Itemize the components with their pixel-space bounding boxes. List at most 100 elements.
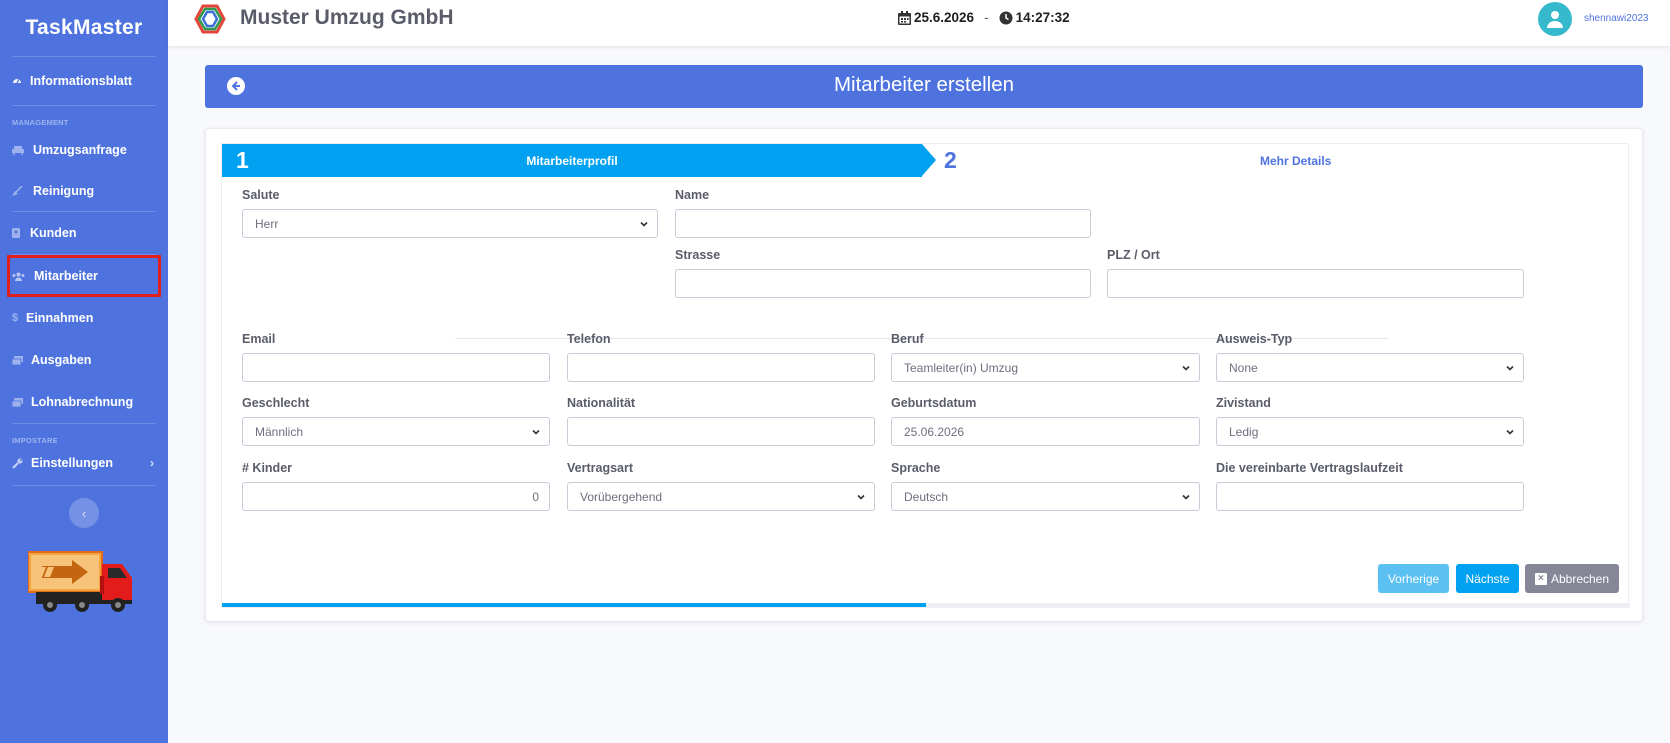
- kinder-value: 0: [532, 489, 539, 504]
- geschlecht-select[interactable]: Männlich: [242, 417, 550, 446]
- vertragslaufzeit-input[interactable]: [1216, 482, 1524, 511]
- ausweis-typ-label: Ausweis-Typ: [1216, 332, 1293, 346]
- salute-label: Salute: [242, 188, 280, 202]
- salute-value: Herr: [255, 216, 279, 231]
- beruf-value: Teamleiter(in) Umzug: [904, 360, 1019, 375]
- sidebar-item-label: Einnahmen: [26, 311, 94, 325]
- chevron-down-icon: [532, 429, 540, 435]
- sidebar-item-label: Mitarbeiter: [34, 269, 98, 283]
- current-date: 25.6.2026: [914, 10, 975, 25]
- sidebar-item-label: Kunden: [30, 226, 77, 240]
- chevron-down-icon: [1182, 365, 1190, 371]
- previous-button[interactable]: Vorherige: [1378, 564, 1449, 593]
- step-label: Mehr Details: [1260, 154, 1332, 168]
- email-input[interactable]: [242, 353, 550, 382]
- couch-icon: [12, 145, 33, 155]
- date-time-separator: -: [984, 10, 989, 25]
- sidebar-item-label: Umzugsanfrage: [33, 143, 127, 157]
- plz-ort-input[interactable]: [1107, 269, 1524, 298]
- wizard-progress-bar: [222, 603, 1630, 607]
- geschlecht-label: Geschlecht: [242, 396, 310, 410]
- sidebar-item-label: Einstellungen: [31, 456, 113, 470]
- username-link[interactable]: shennawi2023: [1584, 13, 1649, 24]
- sidebar-heading-settings: IMPOSTARE: [12, 436, 58, 445]
- geburtsdatum-input[interactable]: 25.06.2026: [891, 417, 1200, 446]
- geburtsdatum-value: 25.06.2026: [904, 424, 965, 439]
- sidebar-item-umzugsanfrage[interactable]: Umzugsanfrage: [0, 129, 168, 171]
- page-header-banner: Mitarbeiter erstellen: [205, 65, 1643, 108]
- sprache-value: Deutsch: [904, 489, 949, 504]
- broom-icon: [12, 186, 33, 196]
- wrench-icon: [12, 458, 31, 469]
- datetime-display: 25.6.2026 - 14:27:32: [898, 10, 1070, 25]
- salute-select[interactable]: Herr: [242, 209, 658, 238]
- sidebar-item-lohnabrechnung[interactable]: Lohnabrechnung: [0, 381, 168, 423]
- current-time: 14:27:32: [1015, 10, 1070, 25]
- user-icon: [1547, 11, 1563, 28]
- next-button[interactable]: Nächste: [1456, 564, 1519, 593]
- sprache-select[interactable]: Deutsch: [891, 482, 1200, 511]
- nationalitaet-label: Nationalität: [567, 396, 636, 410]
- chevron-down-icon: [1506, 429, 1514, 435]
- money-bill-icon: [12, 397, 31, 407]
- brand-logo[interactable]: TaskMaster: [0, 0, 168, 56]
- geburtsdatum-label: Geburtsdatum: [891, 396, 977, 410]
- kinder-input[interactable]: 0: [242, 482, 550, 511]
- clock-icon: [999, 11, 1013, 25]
- step-number: 2: [944, 147, 957, 173]
- strasse-label: Strasse: [675, 248, 721, 262]
- calendar-icon: [898, 10, 911, 25]
- sidebar-item-kunden[interactable]: Kunden: [0, 212, 168, 254]
- sidebar-item-label: Reinigung: [33, 184, 95, 198]
- step-label: Mitarbeiterprofil: [526, 154, 618, 168]
- sidebar-item-label: Informationsblatt: [30, 74, 133, 88]
- zivistand-label: Zivistand: [1216, 396, 1271, 410]
- page-title: Mitarbeiter erstellen: [833, 73, 1014, 96]
- users-icon: [12, 272, 34, 281]
- telefon-label: Telefon: [567, 332, 611, 346]
- close-icon: ×: [1534, 572, 1547, 585]
- progress-fill: [222, 603, 926, 607]
- cancel-button[interactable]: × Abbrechen: [1525, 564, 1619, 593]
- sidebar-item-label: Lohnabrechnung: [31, 395, 134, 409]
- chevron-down-icon: [640, 221, 648, 227]
- chevron-right-icon: ›: [150, 456, 154, 470]
- kinder-label: # Kinder: [242, 461, 293, 475]
- step-arrow: [922, 144, 936, 176]
- sidebar-toggle-button[interactable]: ‹: [69, 498, 99, 528]
- nationalitaet-input[interactable]: [567, 417, 875, 446]
- sidebar-item-reinigung[interactable]: Reinigung: [0, 171, 168, 211]
- email-label: Email: [242, 332, 276, 346]
- beruf-select[interactable]: Teamleiter(in) Umzug: [891, 353, 1200, 382]
- sidebar-item-ausgaben[interactable]: Ausgaben: [0, 339, 168, 381]
- wizard-step-1[interactable]: 1 Mitarbeiterprofil: [222, 144, 936, 177]
- truck-logo-image: [27, 550, 143, 618]
- beruf-label: Beruf: [891, 332, 924, 346]
- zivistand-select[interactable]: Ledig: [1216, 417, 1524, 446]
- sidebar-item-einnahmen[interactable]: $ Einnahmen: [0, 297, 168, 339]
- user-avatar[interactable]: [1538, 2, 1572, 36]
- chevron-down-icon: [1182, 494, 1190, 500]
- sidebar-item-einstellungen[interactable]: Einstellungen ›: [0, 447, 168, 479]
- chevron-down-icon: [857, 494, 865, 500]
- divider: [12, 485, 156, 486]
- form-card: 1 Mitarbeiterprofil 2 Mehr Details Salut…: [205, 128, 1643, 622]
- sprache-label: Sprache: [891, 461, 941, 475]
- sidebar: TaskMaster Informationsblatt MANAGEMENT …: [0, 0, 168, 743]
- sidebar-item-label: Ausgaben: [31, 353, 92, 367]
- name-input[interactable]: [675, 209, 1091, 238]
- sidebar-heading-management: MANAGEMENT: [12, 118, 69, 127]
- geschlecht-value: Männlich: [255, 424, 304, 439]
- strasse-input[interactable]: [675, 269, 1091, 298]
- dashboard-icon: [12, 76, 30, 86]
- sidebar-item-mitarbeiter[interactable]: Mitarbeiter: [7, 255, 161, 297]
- company-name: Muster Umzug GmbH: [240, 6, 454, 29]
- sidebar-item-informationsblatt[interactable]: Informationsblatt: [0, 57, 168, 105]
- dollar-icon: $: [12, 312, 19, 324]
- vertragsart-select[interactable]: Vorübergehend: [567, 482, 875, 511]
- money-bill-icon: [12, 355, 31, 365]
- telefon-input[interactable]: [567, 353, 875, 382]
- cancel-label: Abbrechen: [1550, 571, 1610, 586]
- ausweis-typ-select[interactable]: None: [1216, 353, 1524, 382]
- plz-ort-label: PLZ / Ort: [1107, 248, 1160, 262]
